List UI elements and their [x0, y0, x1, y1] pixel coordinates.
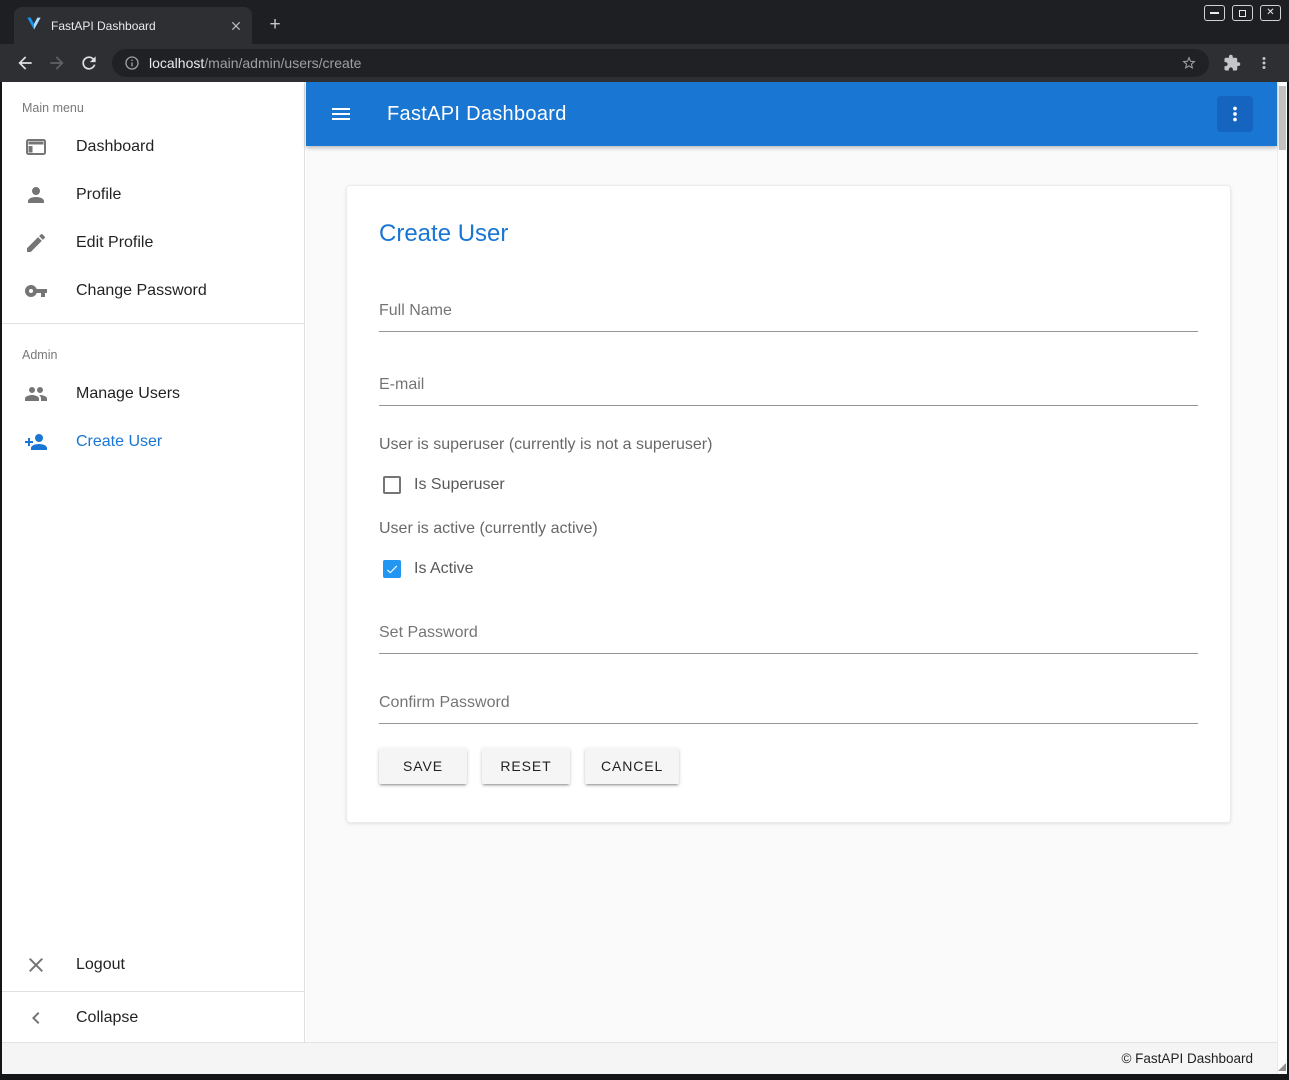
- url-text[interactable]: localhost/main/admin/users/create: [149, 55, 1172, 71]
- profile-icon: [24, 183, 48, 207]
- footer-copyright: © FastAPI Dashboard: [1121, 1051, 1253, 1066]
- new-tab-button[interactable]: +: [262, 12, 288, 38]
- sidebar-item-logout[interactable]: Logout: [2, 941, 304, 989]
- full-name-input[interactable]: [379, 302, 1198, 331]
- browser-tab[interactable]: FastAPI Dashboard: [14, 7, 252, 44]
- page: Main menu Dashboard Profile: [2, 82, 1287, 1074]
- form-actions: SAVE RESET CANCEL: [379, 748, 1198, 784]
- sidebar-item-manage-users[interactable]: Manage Users: [2, 370, 304, 418]
- page-info-icon[interactable]: [124, 55, 140, 71]
- email-field: [379, 376, 1198, 406]
- browser-toolbar: localhost/main/admin/users/create: [0, 44, 1289, 82]
- kebab-menu-icon: [1224, 103, 1246, 125]
- vuetify-logo-icon: [26, 15, 42, 36]
- sidebar-item-change-password[interactable]: Change Password: [2, 267, 304, 315]
- page-title: Create User: [347, 186, 1230, 248]
- appbar-title: FastAPI Dashboard: [387, 103, 1217, 126]
- sidebar-item-collapse[interactable]: Collapse: [2, 994, 304, 1042]
- close-window-icon: ✕: [1266, 8, 1274, 18]
- people-icon: [24, 382, 48, 406]
- bookmark-star-icon[interactable]: [1181, 55, 1197, 71]
- sidebar-divider: [2, 323, 304, 324]
- checkbox-box[interactable]: [383, 476, 401, 494]
- forward-icon: [47, 53, 67, 73]
- sidebar-item-create-user[interactable]: Create User: [2, 418, 304, 466]
- vertical-scrollbar[interactable]: [1277, 82, 1287, 1074]
- key-icon: [24, 279, 48, 303]
- confirm-password-field: [379, 694, 1198, 724]
- sidebar-item-label: Edit Profile: [76, 234, 153, 252]
- sidebar-item-label: Profile: [76, 186, 121, 204]
- create-user-card: Create User User is superuser (currently…: [346, 185, 1231, 823]
- maximize-button[interactable]: [1232, 5, 1253, 21]
- set-password-input[interactable]: [379, 624, 1198, 653]
- superuser-hint: User is superuser (currently is not a su…: [379, 436, 1198, 454]
- address-bar[interactable]: localhost/main/admin/users/create: [112, 49, 1209, 77]
- checkbox-label: Is Superuser: [414, 476, 505, 494]
- save-button[interactable]: SAVE: [379, 748, 467, 784]
- nav-drawer-toggle-button[interactable]: [328, 101, 354, 127]
- pencil-icon: [24, 231, 48, 255]
- sidebar-item-label: Manage Users: [76, 385, 180, 403]
- close-window-button[interactable]: ✕: [1260, 5, 1281, 21]
- is-active-checkbox[interactable]: Is Active: [379, 560, 1198, 578]
- maximize-icon: [1239, 10, 1246, 17]
- minimize-button[interactable]: [1204, 5, 1225, 21]
- sidebar-section-main-menu: Main menu: [2, 82, 304, 123]
- cancel-button[interactable]: CANCEL: [585, 748, 679, 784]
- sidebar-section-admin: Admin: [2, 332, 304, 370]
- window-controls: ✕: [1204, 5, 1281, 21]
- tab-strip: FastAPI Dashboard + ✕: [0, 0, 1289, 44]
- email-input[interactable]: [379, 376, 1198, 405]
- minimize-icon: [1210, 12, 1219, 14]
- sidebar-item-dashboard[interactable]: Dashboard: [2, 123, 304, 171]
- back-icon: [15, 53, 35, 73]
- appbar-menu-button[interactable]: [1217, 96, 1253, 132]
- confirm-password-input[interactable]: [379, 694, 1198, 723]
- kebab-menu-icon: [1255, 54, 1273, 72]
- person-add-icon: [24, 430, 48, 454]
- sidebar-spacer: [2, 466, 304, 941]
- sidebar-item-label: Create User: [76, 433, 162, 451]
- footer: © FastAPI Dashboard: [2, 1042, 1277, 1074]
- dashboard-icon: [24, 135, 48, 159]
- chevron-left-icon: [24, 1006, 48, 1030]
- active-hint: User is active (currently active): [379, 520, 1198, 538]
- forward-button[interactable]: [42, 48, 72, 78]
- sidebar-divider: [2, 991, 304, 992]
- browser-menu-button[interactable]: [1249, 48, 1279, 78]
- sidebar-item-label: Dashboard: [76, 138, 154, 156]
- extension-icon: [1223, 54, 1241, 72]
- reload-icon: [79, 53, 99, 73]
- close-tab-icon[interactable]: [228, 18, 244, 34]
- reset-button[interactable]: RESET: [482, 748, 570, 784]
- sidebar-item-label: Logout: [76, 956, 125, 974]
- browser-window: FastAPI Dashboard + ✕ localhost/main/adm…: [0, 0, 1289, 1080]
- reload-button[interactable]: [74, 48, 104, 78]
- extension-button[interactable]: [1217, 48, 1247, 78]
- sidebar-item-profile[interactable]: Profile: [2, 171, 304, 219]
- hamburger-menu-icon: [329, 102, 353, 126]
- is-superuser-checkbox[interactable]: Is Superuser: [379, 476, 1198, 494]
- scrollbar-thumb[interactable]: [1279, 86, 1286, 150]
- logout-x-icon: [24, 953, 48, 977]
- back-button[interactable]: [10, 48, 40, 78]
- check-icon: [385, 562, 399, 577]
- sidebar: Main menu Dashboard Profile: [2, 82, 305, 1042]
- set-password-field: [379, 624, 1198, 654]
- resize-corner-icon: [1278, 1063, 1286, 1071]
- checkbox-label: Is Active: [414, 560, 474, 578]
- checkbox-box[interactable]: [383, 560, 401, 578]
- full-name-field: [379, 302, 1198, 332]
- app-bar: FastAPI Dashboard: [306, 82, 1277, 146]
- url-path: /main/admin/users/create: [204, 55, 361, 71]
- sidebar-item-label: Change Password: [76, 282, 207, 300]
- content-area: Create User User is superuser (currently…: [306, 146, 1277, 1042]
- sidebar-item-edit-profile[interactable]: Edit Profile: [2, 219, 304, 267]
- url-host: localhost: [149, 55, 204, 71]
- sidebar-item-label: Collapse: [76, 1009, 138, 1027]
- tab-title: FastAPI Dashboard: [51, 19, 219, 33]
